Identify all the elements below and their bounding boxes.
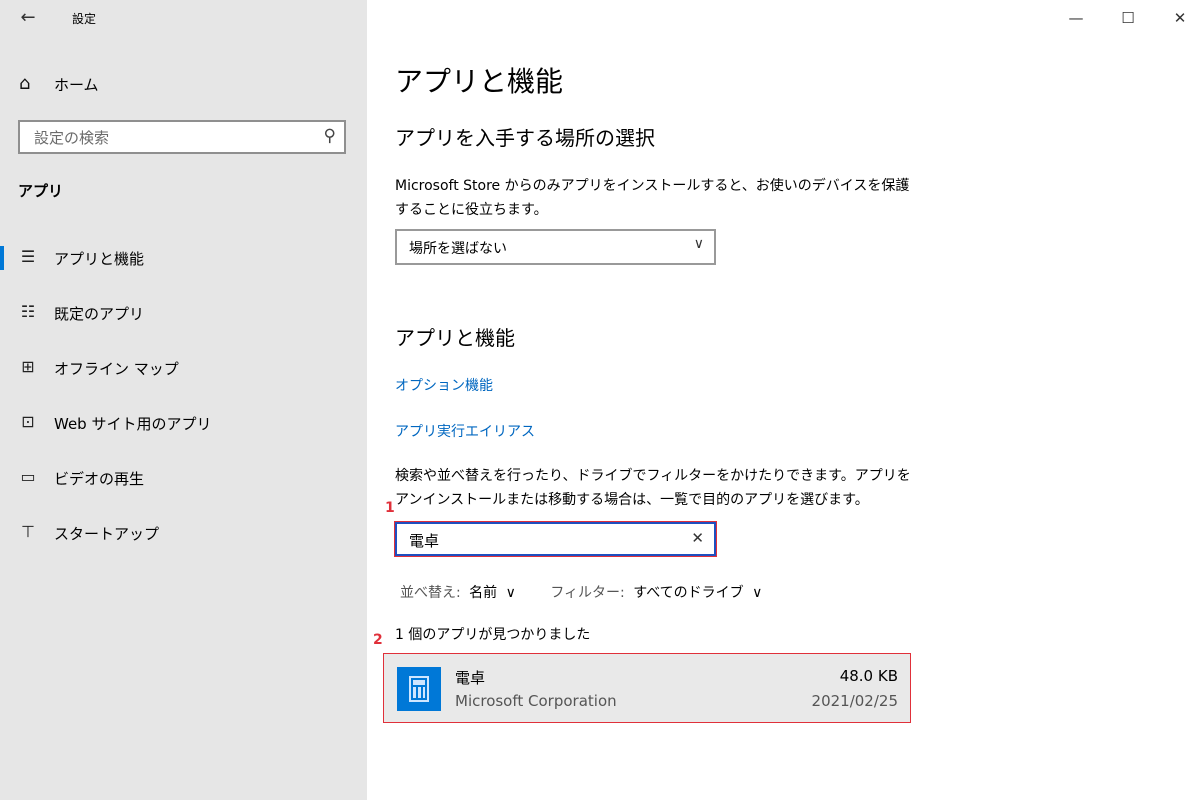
sidebar-item-video-playback[interactable]: ▭ ビデオの再生 [0, 456, 367, 500]
apps-section-description: 検索や並べ替えを行ったり、ドライブでフィルターをかけたりできます。アプリをアンイ… [395, 468, 911, 508]
list-icon: ☰ [20, 247, 36, 266]
search-icon[interactable]: ⚲ [324, 126, 336, 146]
map-icon: ⊞ [21, 357, 35, 376]
sort-value: 名前 [469, 585, 498, 601]
source-section-heading: アプリを入手する場所の選択 [395, 126, 655, 150]
filter-value: すべてのドライブ [633, 585, 744, 601]
website-app-icon: ⊡ [21, 412, 35, 431]
sort-dropdown[interactable]: 並べ替え: 名前 ∨ [400, 585, 524, 601]
settings-search-box[interactable]: ⚲ [18, 120, 346, 154]
sort-filter-bar: 並べ替え: 名前 ∨ フィルター: すべてのドライブ ∨ [400, 582, 770, 602]
result-count: 1 個のアプリが見つかりました [395, 627, 591, 643]
page-title: アプリと機能 [395, 65, 564, 98]
video-icon: ▭ [20, 467, 36, 486]
sidebar-item-home[interactable]: ⌂ ホーム [0, 64, 367, 104]
sidebar-item-label: アプリと機能 [54, 250, 145, 268]
sidebar-item-label: 既定のアプリ [54, 305, 145, 323]
filter-label: フィルター: [550, 585, 625, 601]
apps-section-heading: アプリと機能 [395, 326, 515, 350]
title-bar: ← 設定 [0, 0, 367, 36]
sidebar-item-label: スタートアップ [54, 525, 160, 543]
app-execution-alias-link[interactable]: アプリ実行エイリアス [395, 421, 535, 441]
optional-features-link[interactable]: オプション機能 [395, 375, 493, 395]
clear-icon[interactable]: ✕ [691, 529, 704, 547]
annotation-marker-2: 2 [373, 632, 383, 648]
home-icon: ⌂ [19, 73, 31, 94]
settings-search-input[interactable] [32, 128, 306, 148]
sidebar-item-offline-maps[interactable]: ⊞ オフライン マップ [0, 346, 367, 390]
app-list-item[interactable]: 電卓 Microsoft Corporation 48.0 KB 2021/02… [383, 653, 911, 723]
sidebar-section-title: アプリ [18, 182, 64, 200]
sidebar-item-apps-features[interactable]: ☰ アプリと機能 [0, 236, 367, 280]
sidebar-item-label: オフライン マップ [54, 360, 179, 378]
app-search-input[interactable]: 電卓 [409, 530, 439, 551]
app-publisher: Microsoft Corporation [455, 692, 617, 710]
sidebar-item-label: ホーム [54, 76, 99, 94]
back-arrow-icon[interactable]: ← [14, 6, 42, 30]
calculator-icon [397, 667, 441, 711]
sidebar-item-default-apps[interactable]: ☷ 既定のアプリ [0, 291, 367, 335]
source-section-description: Microsoft Store からのみアプリをインストールすると、お使いのデバ… [395, 178, 910, 218]
sidebar-item-startup[interactable]: ⊤ スタートアップ [0, 511, 367, 555]
sidebar-item-label: ビデオの再生 [54, 470, 145, 488]
window-title: 設定 [72, 12, 97, 26]
sidebar-item-apps-for-websites[interactable]: ⊡ Web サイト用のアプリ [0, 401, 367, 445]
chevron-down-icon: ∨ [752, 585, 763, 601]
startup-icon: ⊤ [21, 522, 35, 541]
annotation-marker-1: 1 [385, 500, 395, 516]
app-name: 電卓 [455, 669, 486, 687]
app-search-box[interactable]: 電卓 ✕ [394, 521, 717, 557]
filter-dropdown[interactable]: フィルター: すべてのドライブ ∨ [550, 585, 766, 601]
main-content: アプリと機能 アプリを入手する場所の選択 Microsoft Store からの… [373, 0, 1175, 800]
sidebar-item-label: Web サイト用のアプリ [54, 415, 212, 433]
app-size: 48.0 KB [839, 667, 898, 685]
app-source-dropdown[interactable]: 場所を選ばない ∨ [395, 229, 716, 265]
chevron-down-icon: ∨ [693, 236, 704, 252]
chevron-down-icon: ∨ [505, 585, 516, 601]
sort-label: 並べ替え: [400, 585, 461, 601]
default-apps-icon: ☷ [20, 302, 36, 321]
sidebar: ← 設定 ⌂ ホーム ⚲ アプリ ☰ アプリと機能 ☷ 既定のアプリ ⊞ オフラ… [0, 0, 367, 800]
dropdown-value: 場所を選ばない [409, 241, 507, 257]
app-install-date: 2021/02/25 [811, 692, 898, 710]
